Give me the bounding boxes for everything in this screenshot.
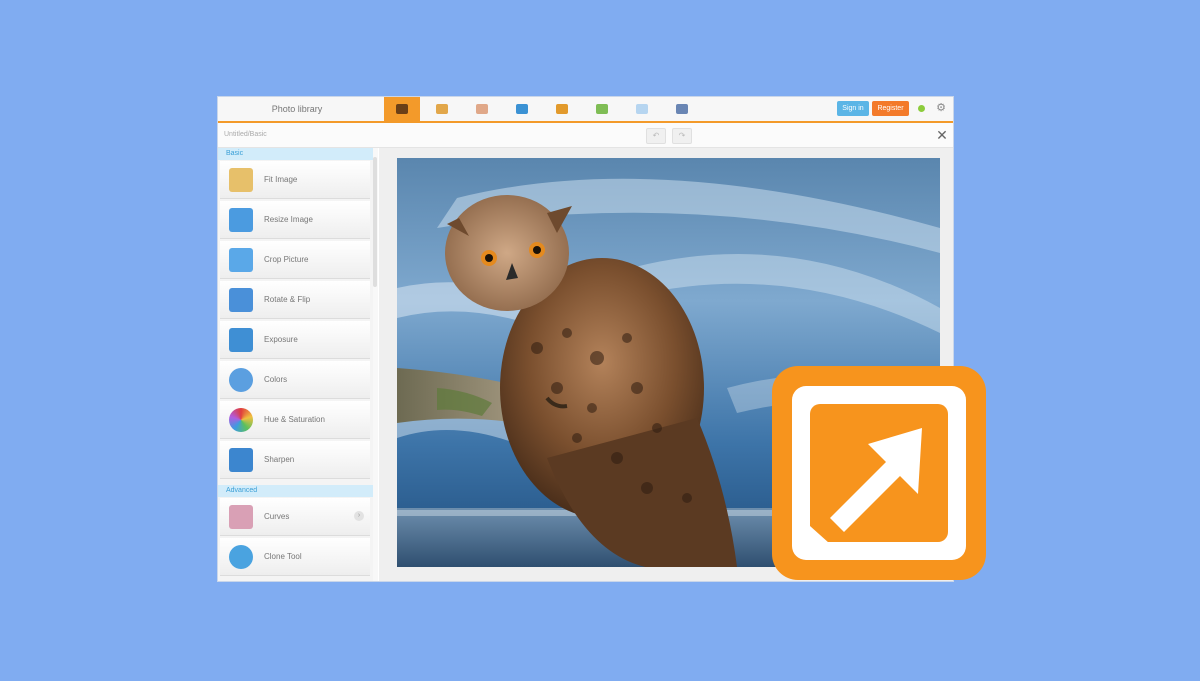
chevron-right-icon: › [354,511,364,521]
frame-icon [556,104,568,114]
close-icon[interactable]: ✕ [934,126,950,144]
layers-icon [516,104,528,114]
tool-magic-wand[interactable] [424,97,460,121]
app-logo-icon [772,366,986,580]
sidebar-item-label: Resize Image [264,215,313,224]
curves-icon [229,505,253,529]
sidebar-item-label: Sharpen [264,455,295,464]
picture-icon [596,104,608,114]
clone-tool-icon [229,545,253,569]
gear-icon[interactable]: ⚙ [934,101,948,115]
fit-image-icon [229,168,253,192]
sidebar-item-label: Curves [264,512,290,521]
sidebar-item-exposure[interactable]: Exposure [220,321,370,359]
sidebar-item-clone-tool[interactable]: Clone Tool [220,538,370,576]
redo-button[interactable]: ↷ [672,128,692,144]
hue-saturation-icon [229,408,253,432]
colors-icon [229,368,253,392]
crop-icon [229,248,253,272]
sidebar-item-label: Rotate & Flip [264,295,311,304]
sign-in-button[interactable]: Sign in [837,101,869,116]
sidebar-item-label: Clone Tool [264,552,302,561]
edit-bar: Untitled/Basic ↶ ↷ ✕ [218,123,953,148]
sidebar-item-rotate-flip[interactable]: Rotate & Flip [220,281,370,319]
sidebar-item-label: Crop Picture [264,255,309,264]
tool-frame[interactable] [544,97,580,121]
undo-button[interactable]: ↶ [646,128,666,144]
sidebar-item-label: Colors [264,375,288,384]
sidebar-item-crop-picture[interactable]: Crop Picture [220,241,370,279]
sidebar-item-curves[interactable]: Curves › [220,498,370,536]
sidebar-item-fit-image[interactable]: Fit Image [220,161,370,199]
sharpen-icon [229,448,253,472]
portrait-icon [476,104,488,114]
sidebar-item-resize-image[interactable]: Resize Image [220,201,370,239]
breadcrumb: Untitled/Basic [224,131,267,138]
sidebar-item-label: Hue & Saturation [264,415,325,424]
section-header-advanced: Advanced [218,485,373,497]
exposure-icon [229,328,253,352]
tool-portrait[interactable] [464,97,500,121]
tool-picture[interactable] [584,97,620,121]
app-title[interactable]: Photo library [218,97,376,121]
tool-photo[interactable] [384,97,420,121]
status-indicator-icon [918,105,925,112]
tools-sidebar: Basic Fit Image Resize Image Crop Pictur… [218,148,373,581]
collage-icon [636,104,648,114]
sidebar-scrollbar-thumb[interactable] [373,157,377,287]
tool-layers[interactable] [504,97,540,121]
sidebar-item-colors[interactable]: Colors [220,361,370,399]
tool-save[interactable] [664,97,700,121]
sidebar-item-sharpen[interactable]: Sharpen [220,441,370,479]
photo-icon [396,104,408,114]
sidebar-item-label: Fit Image [264,175,298,184]
magic-wand-icon [436,104,448,114]
top-toolbar: Photo library Sign in Register ⚙ [218,97,953,123]
resize-image-icon [229,208,253,232]
rotate-icon [229,288,253,312]
register-button[interactable]: Register [872,101,909,116]
section-header-basic: Basic [218,148,373,160]
sidebar-item-label: Exposure [264,335,298,344]
save-icon [676,104,688,114]
sidebar-item-hue-saturation[interactable]: Hue & Saturation [220,401,370,439]
tool-collage[interactable] [624,97,660,121]
